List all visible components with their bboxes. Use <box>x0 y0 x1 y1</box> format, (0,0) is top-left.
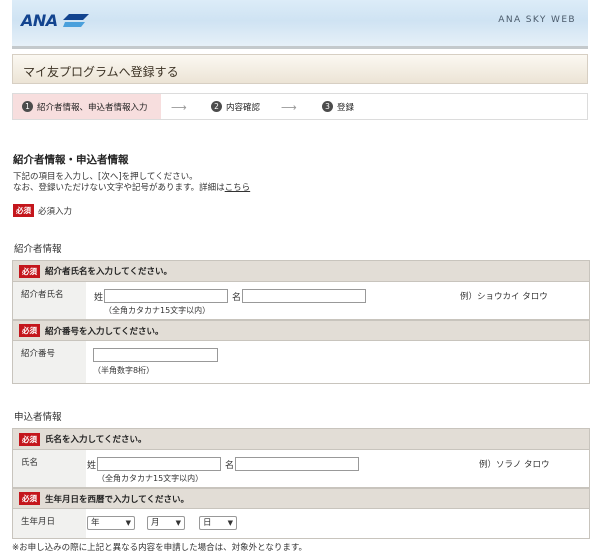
referrer-number-row: 紹介番号 （半角数字8桁） <box>13 341 589 383</box>
step-3-number: 3 <box>322 101 333 112</box>
referrer-name-example: 例）ショウカイ タロウ <box>460 292 548 302</box>
referrer-last-name-input[interactable] <box>104 289 228 303</box>
referrer-name-row-label: 紹介者氏名 <box>13 282 86 319</box>
chevron-down-icon: ▼ <box>175 519 181 527</box>
details-link[interactable]: こちら <box>225 183 251 193</box>
required-legend: 必須 必須入力 <box>13 204 72 217</box>
first-name-label: 名 <box>232 293 242 303</box>
applicant-dob-row-label: 生年月日 <box>13 509 86 538</box>
birth-year-select[interactable]: 年 ▼ <box>87 516 135 530</box>
applicant-dob-row: 生年月日 年 ▼ 月 ▼ 日 ▼ <box>13 509 589 538</box>
step-arrow-icon: ⟶ <box>281 101 297 114</box>
referrer-name-prompt: 紹介者氏名を入力してください。 <box>45 267 172 277</box>
referrer-name-row: 紹介者氏名 姓 名 （全角カタカナ15文字以内） 例）ショウカイ タロウ <box>13 282 589 320</box>
applicant-dob-heading: 必須 生年月日を西暦で入力してください。 <box>13 488 589 509</box>
required-legend-text: 必須入力 <box>38 206 73 217</box>
step-3-label: 登録 <box>337 102 355 113</box>
progress-steps: 1 紹介者情報、申込者情報入力 ⟶ 2 内容確認 ⟶ 3 登録 <box>12 93 588 120</box>
applicant-name-note: （全角カタカナ15文字以内） <box>97 474 204 483</box>
birth-day-select[interactable]: 日 ▼ <box>199 516 237 530</box>
required-badge: 必須 <box>19 264 40 278</box>
step-1-label: 紹介者情報、申込者情報入力 <box>37 102 148 113</box>
required-badge: 必須 <box>19 492 40 505</box>
step-3: 3 登録 <box>322 94 354 119</box>
referrer-group-label: 紹介者情報 <box>14 244 62 255</box>
logo-stripes-icon <box>62 13 89 27</box>
applicant-dob-prompt: 生年月日を西暦で入力してください。 <box>45 494 189 505</box>
ana-logo[interactable]: ANA <box>21 11 89 30</box>
birth-year-value: 年 <box>91 518 100 528</box>
birth-month-value: 月 <box>151 518 160 528</box>
birth-day-value: 日 <box>203 518 212 528</box>
header-divider <box>12 46 588 49</box>
last-name-label: 姓 <box>87 461 97 471</box>
step-arrow-icon: ⟶ <box>171 101 187 114</box>
chevron-down-icon: ▼ <box>125 519 131 527</box>
chevron-down-icon: ▼ <box>227 519 233 527</box>
applicant-last-name-input[interactable] <box>97 457 221 471</box>
intro-line-1: 下記の項目を入力し、[次へ]を押してください。 <box>13 172 198 182</box>
site-header: ANA ANA SKY WEB <box>12 0 588 46</box>
applicant-name-prompt: 氏名を入力してください。 <box>45 435 147 445</box>
referrer-name-note: （全角カタカナ15文字以内） <box>104 306 211 315</box>
applicant-name-row: 氏名 姓 名 （全角カタカナ15文字以内） 例）ソラノ タロウ <box>13 450 589 488</box>
referrer-name-heading: 必須 紹介者氏名を入力してください。 <box>13 261 589 282</box>
logo-text: ANA <box>21 11 58 30</box>
referrer-number-heading: 必須 紹介番号を入力してください。 <box>13 320 589 341</box>
intro-text: 下記の項目を入力し、[次へ]を押してください。 なお、登録いただけない文字や記号… <box>13 172 250 194</box>
applicant-first-name-input[interactable] <box>235 457 359 471</box>
page-title-bar: マイ友プログラムへ登録する <box>12 54 588 84</box>
step-1: 1 紹介者情報、申込者情報入力 <box>13 94 161 119</box>
applicant-group-label: 申込者情報 <box>14 412 62 423</box>
last-name-label: 姓 <box>94 293 104 303</box>
referrer-number-prompt: 紹介番号を入力してください。 <box>45 326 164 337</box>
referrer-number-note: （半角数字8桁） <box>93 366 155 375</box>
step-2-number: 2 <box>211 101 222 112</box>
page-title: マイ友プログラムへ登録する <box>23 65 179 79</box>
first-name-label: 名 <box>225 461 235 471</box>
step-2: 2 内容確認 <box>211 94 260 119</box>
required-badge: 必須 <box>13 204 34 217</box>
brand-name: ANA SKY WEB <box>498 15 576 25</box>
step-2-label: 内容確認 <box>226 102 261 113</box>
applicant-name-heading: 必須 氏名を入力してください。 <box>13 429 589 450</box>
applicant-name-row-label: 氏名 <box>13 450 86 487</box>
section-title: 紹介者情報・申込者情報 <box>13 154 129 166</box>
referrer-form: 必須 紹介者氏名を入力してください。 紹介者氏名 姓 名 （全角カタカナ15文字… <box>12 260 590 384</box>
required-badge: 必須 <box>19 432 40 446</box>
intro-line-2: なお、登録いただけない文字や記号があります。詳細は <box>13 183 225 193</box>
applicant-name-example: 例）ソラノ タロウ <box>479 460 550 470</box>
applicant-form: 必須 氏名を入力してください。 氏名 姓 名 （全角カタカナ15文字以内） 例）… <box>12 428 590 539</box>
birth-month-select[interactable]: 月 ▼ <box>147 516 185 530</box>
step-1-number: 1 <box>22 101 33 112</box>
referrer-number-row-label: 紹介番号 <box>13 341 86 383</box>
required-badge: 必須 <box>19 324 40 337</box>
referrer-first-name-input[interactable] <box>242 289 366 303</box>
footer-note: ※お申し込みの際に上記と異なる内容を申請した場合は、対象外となります。 <box>12 543 308 553</box>
referrer-number-input[interactable] <box>93 348 218 362</box>
